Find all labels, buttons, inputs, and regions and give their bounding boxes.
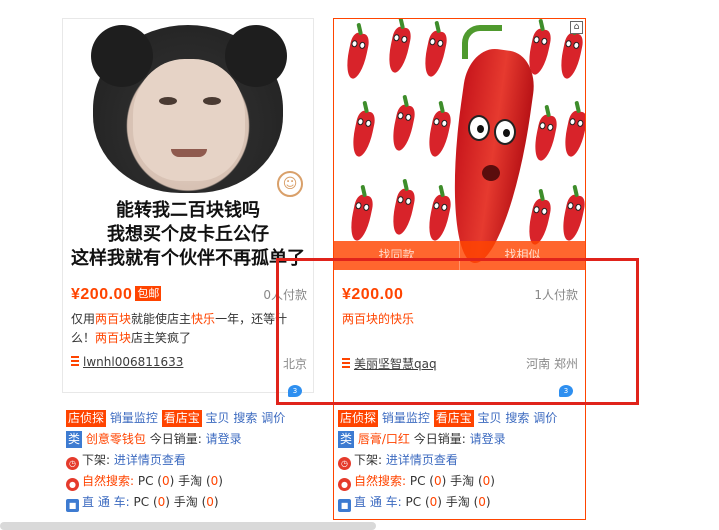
view-detail-link[interactable]: 进详情页查看: [386, 453, 458, 467]
tools-row-delist: ◷ 下架: 进详情页查看: [338, 450, 590, 471]
annotation-highlight-box: [276, 258, 639, 405]
shop-row: lwnhl006811633 北京: [71, 355, 307, 373]
mobile-count: 0: [206, 495, 214, 509]
category-badge: 类: [66, 431, 83, 448]
natural-search-label: 自然搜索:: [82, 474, 135, 488]
similar-icon[interactable]: ⌂: [570, 21, 583, 34]
dianzhentan-badge[interactable]: 店侦探: [338, 410, 379, 427]
seller-tools-panel-1: 店侦探 销量监控 看店宝 宝贝 搜索 调价 类 创意零钱包 今日销量: 请登录 …: [66, 408, 318, 513]
price: ¥200.00: [71, 286, 133, 303]
today-sales-label: 今日销量:: [413, 432, 466, 446]
tools-row-category: 类 创意零钱包 今日销量: 请登录: [66, 429, 318, 450]
mobile-label: ) 手淘 (: [441, 474, 483, 488]
big-chili-eye-left: [468, 115, 490, 141]
chili-pepper: [389, 187, 417, 237]
pc-count: 0: [434, 474, 442, 488]
mobile-label: ) 手淘 (: [165, 495, 207, 509]
tools-row-natural-search: ● 自然搜索: PC (0) 手淘 (0): [66, 471, 318, 492]
meme-mouth: [171, 149, 207, 157]
pc-count: 0: [162, 474, 170, 488]
car-icon: ■: [338, 499, 351, 512]
chili-pepper: [343, 31, 371, 81]
pc-label: PC (: [133, 495, 158, 509]
tools-row-monitor: 店侦探 销量监控 看店宝 宝贝 搜索 调价: [66, 408, 318, 429]
ztc-label: 直 通 车:: [354, 495, 402, 509]
chili-pepper: [347, 193, 375, 243]
chili-pepper: [389, 103, 417, 153]
big-chili-eye-right: [494, 119, 516, 145]
free-shipping-badge: 包邮: [135, 286, 162, 301]
search-person-icon: ●: [66, 478, 79, 491]
delist-label: 下架:: [354, 453, 383, 467]
tools-row-natural-search: ● 自然搜索: PC (0) 手淘 (0): [338, 471, 590, 492]
tools-row-ztc: ■ 直 通 车: PC (0) 手淘 (0): [66, 492, 318, 513]
seller-tools-panel-2: 店侦探 销量监控 看店宝 宝贝 搜索 调价 类 唇膏/口红 今日销量: 请登录 …: [338, 408, 590, 513]
sales-monitor-link[interactable]: 销量监控: [110, 411, 158, 425]
chili-pepper: [421, 29, 449, 79]
clock-icon: ◷: [66, 457, 79, 470]
chili-pepper: [557, 31, 585, 81]
watermark-icon: ☺: [277, 171, 303, 197]
dianzhentan-badge[interactable]: 店侦探: [66, 410, 107, 427]
search-person-icon: ●: [338, 478, 351, 491]
mobile-count: 0: [478, 495, 486, 509]
meme-eye-left: [159, 97, 177, 105]
panda-ear-left: [91, 25, 153, 87]
search-link[interactable]: 搜索: [233, 411, 257, 425]
tools-row-category: 类 唇膏/口红 今日销量: 请登录: [338, 429, 590, 450]
price-adjust-link[interactable]: 调价: [261, 411, 285, 425]
today-sales-label: 今日销量:: [149, 432, 202, 446]
close-paren: ): [490, 474, 495, 488]
pc-label: PC (: [405, 495, 430, 509]
tools-row-delist: ◷ 下架: 进详情页查看: [66, 450, 318, 471]
product-image[interactable]: ☺ 能转我二百块钱吗 我想买个皮卡丘公仔 这样我就有个伙伴不再孤单了: [63, 19, 313, 269]
big-chili-pepper: [439, 45, 539, 268]
chili-pepper: [525, 197, 553, 247]
pc-label: PC (: [409, 474, 434, 488]
category-badge: 类: [338, 431, 355, 448]
mobile-label: ) 手淘 (: [169, 474, 211, 488]
meme-face-skin: [133, 59, 245, 181]
search-link[interactable]: 搜索: [505, 411, 529, 425]
big-chili-mouth: [482, 165, 500, 181]
login-link[interactable]: 请登录: [470, 432, 506, 446]
delist-label: 下架:: [82, 453, 111, 467]
clock-icon: ◷: [338, 457, 351, 470]
price-row: ¥200.00 包邮 0人付款: [71, 284, 307, 304]
chili-pepper: [385, 25, 413, 75]
chili-pepper: [425, 193, 453, 243]
tools-row-ztc: ■ 直 通 车: PC (0) 手淘 (0): [338, 492, 590, 513]
mobile-label: ) 手淘 (: [437, 495, 479, 509]
chili-pepper: [561, 109, 585, 159]
category-link[interactable]: 唇膏/口红: [358, 432, 410, 446]
chili-pepper: [349, 109, 377, 159]
view-detail-link[interactable]: 进详情页查看: [114, 453, 186, 467]
shop-name-link[interactable]: lwnhl006811633: [83, 355, 183, 369]
natural-search-label: 自然搜索:: [354, 474, 407, 488]
login-link[interactable]: 请登录: [206, 432, 242, 446]
meme-eye-right: [203, 97, 221, 105]
item-link[interactable]: 宝贝: [478, 411, 502, 425]
chili-pepper: [425, 109, 453, 159]
chili-pepper: [531, 113, 559, 163]
product-title[interactable]: 仅用两百块就能使店主快乐一年，还等什么！两百块店主笑疯了: [71, 310, 307, 348]
close-paren: ): [213, 495, 219, 509]
shop-icon: [71, 356, 79, 367]
car-icon: ■: [66, 499, 79, 512]
kandianbao-badge[interactable]: 看店宝: [161, 410, 202, 427]
close-paren: ): [218, 474, 223, 488]
horizontal-scrollbar[interactable]: [0, 522, 376, 530]
product-image[interactable]: ⌂ 找同款 找相似: [334, 19, 585, 270]
item-link[interactable]: 宝贝: [206, 411, 230, 425]
price-adjust-link[interactable]: 调价: [533, 411, 557, 425]
sales-monitor-link[interactable]: 销量监控: [382, 411, 430, 425]
panda-ear-right: [225, 25, 287, 87]
tools-row-monitor: 店侦探 销量监控 看店宝 宝贝 搜索 调价: [338, 408, 590, 429]
close-paren: ): [485, 495, 491, 509]
ztc-label: 直 通 车:: [82, 495, 130, 509]
pc-label: PC (: [137, 474, 162, 488]
chili-pepper: [559, 193, 585, 243]
category-link[interactable]: 创意零钱包: [86, 432, 146, 446]
kandianbao-badge[interactable]: 看店宝: [433, 410, 474, 427]
